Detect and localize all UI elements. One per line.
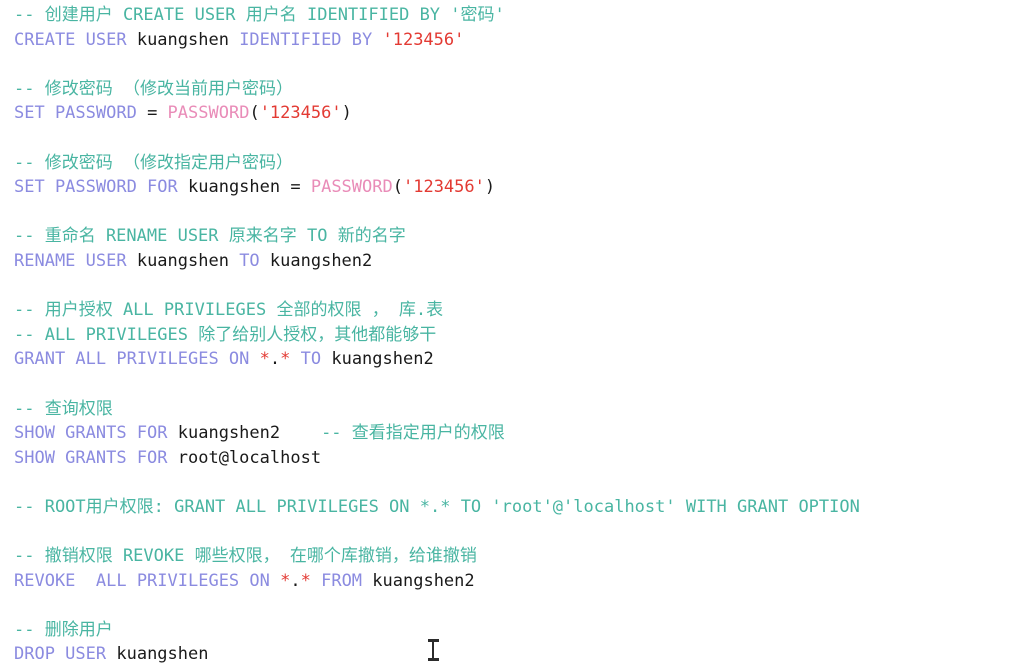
code-token-str: '123456' <box>382 29 465 50</box>
code-token-fn: PASSWORD <box>310 177 393 198</box>
code-token-id: kuangshen2 <box>177 423 322 444</box>
code-token-str: '123456' <box>259 103 342 124</box>
code-line[interactable]: -- 修改密码 （修改当前用户密码） <box>14 77 1035 102</box>
code-line[interactable]: -- 创建用户 CREATE USER 用户名 IDENTIFIED BY '密… <box>14 3 1035 28</box>
code-token-cm: -- 修改密码 （修改指定用户密码） <box>14 152 293 173</box>
code-token-cm: -- 查看指定用户的权限 <box>321 423 505 444</box>
code-token-pun: = <box>147 103 168 124</box>
code-token-cm: -- 删除用户 <box>14 619 113 640</box>
code-token-pun: ( <box>392 177 403 198</box>
code-line[interactable]: SET PASSWORD FOR kuangshen = PASSWORD('1… <box>14 175 1035 200</box>
code-line[interactable] <box>14 372 1035 397</box>
code-token-str: '123456' <box>402 177 485 198</box>
code-line[interactable] <box>14 519 1035 544</box>
code-token-kw: SET PASSWORD <box>14 103 148 124</box>
code-token-kw: FROM <box>321 570 373 591</box>
code-line[interactable]: CREATE USER kuangshen IDENTIFIED BY '123… <box>14 28 1035 53</box>
code-line[interactable]: -- ALL PRIVILEGES 除了给别人授权，其他都能够干 <box>14 323 1035 348</box>
code-line[interactable] <box>14 52 1035 77</box>
code-line[interactable]: DROP USER kuangshen <box>14 642 1035 667</box>
code-token-cm: -- ROOT用户权限: GRANT ALL PRIVILEGES ON *.*… <box>14 496 860 517</box>
code-line[interactable]: SHOW GRANTS FOR root@localhost <box>14 446 1035 471</box>
code-line[interactable]: GRANT ALL PRIVILEGES ON *.* TO kuangshen… <box>14 347 1035 372</box>
code-line[interactable]: SET PASSWORD = PASSWORD('123456') <box>14 101 1035 126</box>
code-token-cm: -- ALL PRIVILEGES 除了给别人授权，其他都能够干 <box>14 324 437 345</box>
code-token-cm: -- 修改密码 （修改当前用户密码） <box>14 78 293 99</box>
code-token-kw: SET PASSWORD FOR <box>14 177 188 198</box>
code-token-kw: TO <box>239 250 270 271</box>
code-token-str: * <box>280 349 301 370</box>
code-line[interactable]: RENAME USER kuangshen TO kuangshen2 <box>14 249 1035 274</box>
code-line[interactable]: -- 用户授权 ALL PRIVILEGES 全部的权限 ， 库.表 <box>14 298 1035 323</box>
code-token-cm: -- 撤销权限 REVOKE 哪些权限， 在哪个库撤销，给谁撤销 <box>14 546 477 567</box>
code-token-cm: -- 创建用户 CREATE USER 用户名 IDENTIFIED BY '密… <box>14 5 505 25</box>
code-token-str: * <box>300 570 322 591</box>
code-token-pun: . <box>290 570 301 591</box>
code-token-kw: GRANT ALL PRIVILEGES ON <box>14 349 260 370</box>
code-token-kw: DROP USER <box>14 644 117 665</box>
code-line[interactable] <box>14 126 1035 151</box>
code-token-pun: ) <box>341 103 352 124</box>
code-token-id: kuangshen2 <box>331 349 434 370</box>
code-token-str: * <box>259 349 270 370</box>
code-line[interactable]: -- ROOT用户权限: GRANT ALL PRIVILEGES ON *.*… <box>14 495 1035 520</box>
code-token-cm: -- 重命名 RENAME USER 原来名字 TO 新的名字 <box>14 226 406 247</box>
sql-code-editor[interactable]: -- 创建用户 CREATE USER 用户名 IDENTIFIED BY '密… <box>0 0 1035 664</box>
code-line[interactable]: -- 撤销权限 REVOKE 哪些权限， 在哪个库撤销，给谁撤销 <box>14 544 1035 569</box>
code-token-kw: CREATE USER <box>14 29 137 50</box>
code-line[interactable] <box>14 593 1035 618</box>
code-line[interactable]: -- 修改密码 （修改指定用户密码） <box>14 151 1035 176</box>
code-token-str: * <box>280 570 291 591</box>
code-line[interactable]: -- 删除用户 <box>14 618 1035 643</box>
code-token-fn: PASSWORD <box>167 103 250 124</box>
code-line[interactable]: -- 重命名 RENAME USER 原来名字 TO 新的名字 <box>14 224 1035 249</box>
code-line[interactable]: SHOW GRANTS FOR kuangshen2 -- 查看指定用户的权限 <box>14 421 1035 446</box>
code-token-id: kuangshen <box>136 29 240 50</box>
code-token-id: root@localhost <box>177 447 322 468</box>
code-token-kw: RENAME USER <box>14 250 137 271</box>
code-token-pun: ) <box>484 177 496 198</box>
code-token-kw: TO <box>300 349 332 370</box>
code-token-pun: . <box>269 349 281 370</box>
code-token-pun: = <box>290 177 311 198</box>
code-line[interactable]: REVOKE ALL PRIVILEGES ON *.* FROM kuangs… <box>14 569 1035 594</box>
code-token-id: kuangshen2 <box>372 570 475 591</box>
code-token-id: kuangshen <box>136 250 240 271</box>
code-token-id: kuangshen <box>188 177 291 198</box>
code-token-kw: REVOKE ALL PRIVILEGES ON <box>14 570 281 591</box>
code-token-id: kuangshen2 <box>269 250 373 271</box>
code-content[interactable]: -- 创建用户 CREATE USER 用户名 IDENTIFIED BY '密… <box>14 3 1035 667</box>
code-token-id: kuangshen <box>116 644 209 665</box>
code-token-cm: -- 用户授权 ALL PRIVILEGES 全部的权限 ， 库.表 <box>14 300 444 321</box>
code-token-kw: IDENTIFIED BY <box>239 29 383 50</box>
code-line[interactable] <box>14 470 1035 495</box>
code-token-cm: -- 查询权限 <box>14 398 113 419</box>
code-token-pun: ( <box>249 103 260 124</box>
code-line[interactable] <box>14 200 1035 225</box>
code-line[interactable]: -- 查询权限 <box>14 397 1035 422</box>
code-token-kw: SHOW GRANTS FOR <box>14 423 178 444</box>
code-token-kw: SHOW GRANTS FOR <box>14 447 178 468</box>
code-line[interactable] <box>14 274 1035 299</box>
